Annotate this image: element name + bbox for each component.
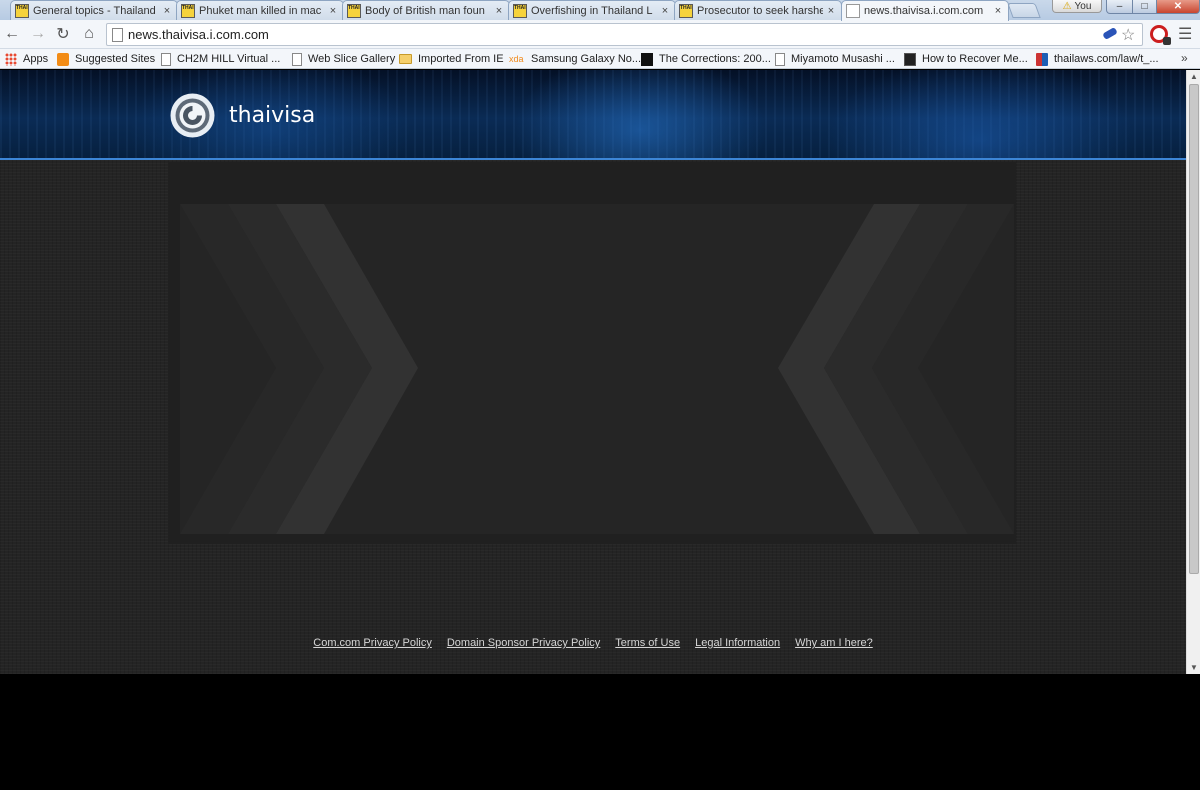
- footer-link[interactable]: Domain Sponsor Privacy Policy: [447, 637, 600, 653]
- vertical-scrollbar[interactable]: ▲ ▼: [1186, 70, 1200, 674]
- thaivisa-favicon-icon: THAI VISA: [513, 3, 527, 18]
- browser-tab[interactable]: THAI VISA General topics - Thailand ×: [10, 0, 178, 20]
- tab-label: General topics - Thailand: [33, 4, 156, 17]
- footer-link[interactable]: Legal Information: [695, 637, 780, 653]
- footer-links: Com.com Privacy Policy Domain Sponsor Pri…: [0, 637, 1186, 653]
- close-window-button[interactable]: ✕: [1156, 0, 1200, 14]
- tab-label: Prosecutor to seek harshe: [697, 4, 823, 17]
- bookmark-item[interactable]: Web Slice Gallery: [292, 51, 395, 67]
- footer-link[interactable]: Terms of Use: [615, 637, 680, 653]
- tab-close-icon[interactable]: ×: [659, 5, 671, 17]
- page-icon: [775, 52, 785, 66]
- page-viewport: thaivisa Com.com Privacy Policy Domain Sp…: [0, 70, 1200, 674]
- bookmark-item[interactable]: Imported From IE: [399, 51, 504, 67]
- tab-label: Phuket man killed in mac: [199, 4, 322, 17]
- folder-icon: [399, 54, 412, 64]
- page-icon: [112, 28, 123, 42]
- tab-close-icon[interactable]: ×: [992, 5, 1004, 17]
- thaivisa-favicon-icon: THAI VISA: [15, 3, 29, 18]
- minimize-button[interactable]: –: [1106, 0, 1133, 14]
- pen-extension-icon[interactable]: [1102, 26, 1118, 41]
- menu-icon[interactable]: ☰: [1178, 24, 1192, 44]
- howto-icon: [904, 52, 916, 66]
- bookmark-label: Samsung Galaxy No...: [531, 53, 642, 65]
- bookmark-label: thailaws.com/law/t_...: [1054, 53, 1159, 65]
- bookmark-label: Imported From IE: [418, 53, 504, 65]
- bookmark-label: The Corrections: 200...: [659, 53, 771, 65]
- warning-icon: ⚠: [1062, 0, 1072, 12]
- tab-close-icon[interactable]: ×: [493, 5, 505, 17]
- bookmarks-overflow-button[interactable]: »: [1181, 51, 1188, 65]
- bookmark-item[interactable]: Miyamoto Musashi ...: [775, 51, 895, 67]
- tab-label: Overfishing in Thailand L: [531, 4, 653, 17]
- bookmark-item[interactable]: CH2M HILL Virtual ...: [161, 51, 280, 67]
- page-icon: [161, 52, 171, 66]
- back-arrow-icon[interactable]: ←: [2, 24, 22, 44]
- content-panel: [168, 162, 1016, 544]
- bookmark-label: How to Recover Me...: [922, 53, 1028, 65]
- reload-icon[interactable]: ↻: [53, 24, 73, 44]
- bookmark-label: CH2M HILL Virtual ...: [177, 53, 281, 65]
- footer-link[interactable]: Com.com Privacy Policy: [313, 637, 432, 653]
- bookmark-item[interactable]: thailaws.com/law/t_...: [1036, 51, 1159, 67]
- scroll-up-arrow-icon[interactable]: ▲: [1190, 72, 1198, 81]
- thaivisa-favicon-icon: THAI VISA: [679, 3, 693, 18]
- apps-grid-icon: [5, 52, 17, 66]
- chevron-graphic: [168, 162, 1016, 544]
- tab-close-icon[interactable]: ×: [825, 5, 837, 17]
- tab-close-icon[interactable]: ×: [327, 5, 339, 17]
- bookmarks-bar: Apps Suggested Sites CH2M HILL Virtual ...…: [0, 49, 1200, 69]
- address-bar[interactable]: ☆: [106, 23, 1143, 46]
- thaivisa-favicon-icon: THAI VISA: [181, 3, 195, 18]
- tab-label: news.thaivisa.i.com.com: [864, 5, 984, 17]
- url-input[interactable]: [128, 26, 1088, 43]
- empty-area: [0, 674, 1200, 790]
- bookmark-item[interactable]: Apps: [5, 51, 48, 67]
- maximize-button[interactable]: □: [1132, 0, 1157, 14]
- suggested-sites-icon: [57, 52, 69, 66]
- forward-arrow-icon[interactable]: →: [28, 24, 48, 44]
- bookmark-label: Web Slice Gallery: [308, 53, 396, 65]
- tab-close-icon[interactable]: ×: [161, 5, 173, 17]
- scroll-thumb[interactable]: [1189, 84, 1199, 574]
- profile-button[interactable]: ⚠ You: [1052, 0, 1102, 13]
- bookmark-label: Miyamoto Musashi ...: [791, 53, 895, 65]
- site-name[interactable]: thaivisa: [229, 103, 315, 128]
- profile-label: You: [1074, 0, 1092, 12]
- bookmark-item[interactable]: xda Samsung Galaxy No...: [509, 51, 641, 67]
- bookmark-label: Apps: [23, 53, 49, 65]
- bookmark-label: Suggested Sites: [75, 53, 156, 65]
- footer-link[interactable]: Why am I here?: [795, 637, 873, 653]
- browser-tab[interactable]: THAI VISA Body of British man foun ×: [342, 0, 510, 20]
- corrections-icon: [641, 52, 653, 66]
- browser-toolbar: ← → ↻ ⌂ ☆ ☰: [0, 20, 1200, 49]
- browser-tab[interactable]: THAI VISA Phuket man killed in mac ×: [176, 0, 344, 20]
- scroll-down-arrow-icon[interactable]: ▼: [1190, 663, 1198, 672]
- thaivisa-logo-icon[interactable]: [169, 92, 216, 139]
- xda-icon: xda: [509, 54, 524, 64]
- tab-strip: THAI VISAGeneral topics - Thailand×THAI …: [0, 0, 1200, 21]
- browser-tab[interactable]: news.thaivisa.i.com.com ×: [841, 0, 1009, 21]
- tab-label: Body of British man foun: [365, 4, 485, 17]
- home-icon[interactable]: ⌂: [79, 24, 99, 44]
- bookmark-star-icon[interactable]: ☆: [1121, 25, 1135, 45]
- opera-extension-icon[interactable]: [1150, 25, 1171, 45]
- bookmark-item[interactable]: Suggested Sites: [57, 51, 155, 67]
- browser-tab[interactable]: THAI VISA Prosecutor to seek harshe×: [674, 0, 842, 20]
- site-header: thaivisa: [0, 70, 1186, 160]
- new-tab-button[interactable]: [1007, 3, 1041, 18]
- page-icon: [846, 4, 860, 18]
- browser-tab[interactable]: THAI VISA Overfishing in Thailand L ×: [508, 0, 676, 20]
- thailaws-icon: [1036, 52, 1048, 66]
- thaivisa-favicon-icon: THAI VISA: [347, 3, 361, 18]
- bookmark-item[interactable]: The Corrections: 200...: [641, 51, 771, 67]
- bookmark-item[interactable]: How to Recover Me...: [904, 51, 1028, 67]
- page-icon: [292, 52, 302, 66]
